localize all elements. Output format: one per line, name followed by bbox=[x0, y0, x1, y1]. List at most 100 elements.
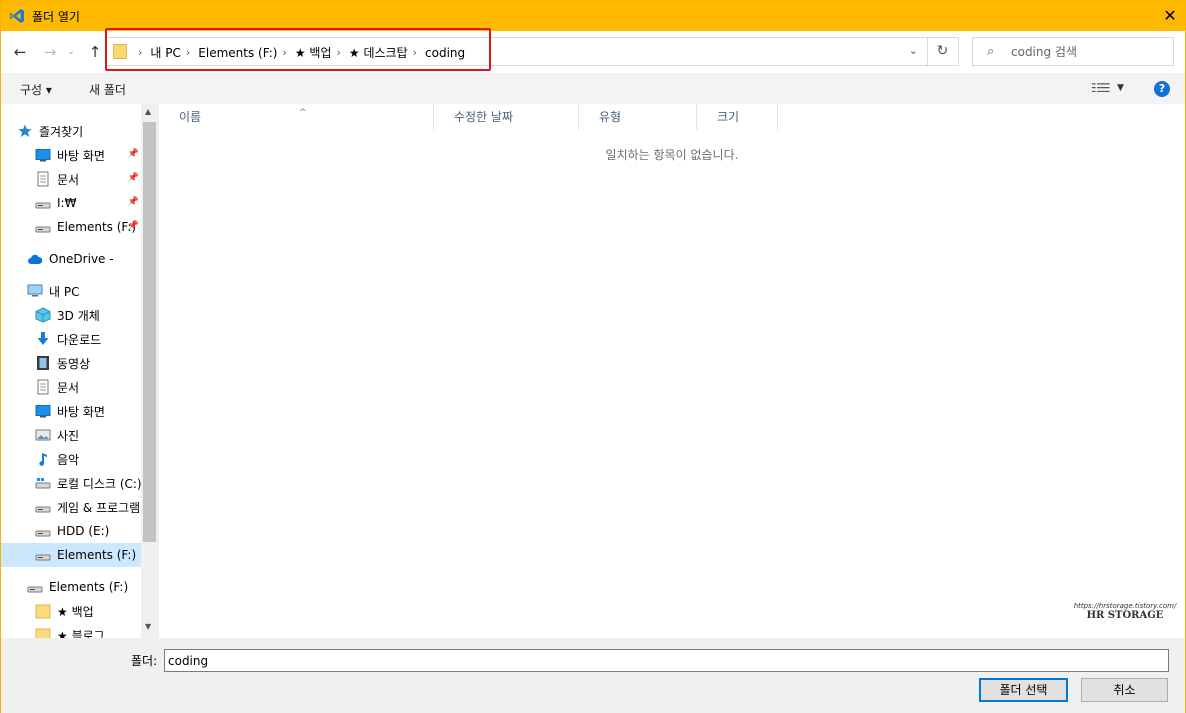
watermark-name: HR STORAGE bbox=[1086, 610, 1164, 621]
sidebar-item-label: 문서 bbox=[57, 380, 80, 395]
address-bar[interactable]: › 내 PC › Elements (F:) › ★ 백업 › ★ 데스크탑 › coding ⌄ bbox=[105, 37, 928, 66]
navigation-scrollbar[interactable]: ▲ ▼ bbox=[141, 104, 159, 638]
sidebar-item-label: 로컬 디스크 (C:) bbox=[57, 476, 142, 491]
empty-message: 일치하는 항목이 없습니다. bbox=[605, 148, 739, 162]
search-input[interactable] bbox=[1011, 42, 1166, 61]
download-icon bbox=[35, 331, 51, 347]
desktop-icon bbox=[35, 147, 51, 163]
cancel-button[interactable]: 취소 bbox=[1081, 678, 1168, 702]
cube-icon bbox=[35, 307, 51, 323]
sidebar-item-label: Elements (F:) bbox=[57, 220, 137, 234]
forward-button[interactable]: → bbox=[41, 41, 59, 63]
sidebar-item[interactable]: 내 PC bbox=[1, 279, 141, 303]
title-bar: 폴더 열기 ✕ bbox=[1, 1, 1185, 31]
sidebar-item-label: 즐겨찾기 bbox=[39, 124, 84, 139]
folder-icon bbox=[113, 44, 127, 59]
sidebar-item[interactable]: Elements (F:) bbox=[1, 575, 141, 599]
scrollbar-thumb[interactable] bbox=[143, 122, 156, 542]
details-view-icon[interactable]: ☷☰ bbox=[1091, 81, 1110, 95]
back-button[interactable]: ← bbox=[11, 41, 29, 63]
breadcrumb: › 내 PC › Elements (F:) › ★ 백업 › ★ 데스크탑 › coding bbox=[133, 44, 465, 61]
sidebar-item-label: 음악 bbox=[57, 452, 80, 467]
sidebar-item-label: 문서 bbox=[57, 172, 80, 187]
computer-icon bbox=[27, 283, 43, 299]
breadcrumb-separator-icon[interactable]: › bbox=[138, 46, 142, 59]
breadcrumb-item[interactable]: Elements (F:) bbox=[198, 46, 277, 60]
cloud-icon bbox=[27, 251, 43, 267]
search-icon: ⌕ bbox=[987, 44, 995, 59]
sidebar-item[interactable]: 동영상 bbox=[1, 351, 141, 375]
column-header-size[interactable]: 크기 bbox=[697, 104, 778, 130]
sidebar-item-label: 동영상 bbox=[57, 356, 91, 371]
sidebar-item-label: 게임 & 프로그램 bbox=[57, 500, 141, 515]
scroll-down-arrow-icon[interactable]: ▼ bbox=[145, 622, 151, 631]
navigation-bar: ← → ⌄ ↑ › 내 PC › Elements (F:) › ★ 백업 › ★ 데스크탑 ›… bbox=[1, 31, 1185, 73]
sidebar-item[interactable]: Elements (F:) 📌 bbox=[1, 215, 141, 239]
pin-icon: 📌 bbox=[127, 173, 139, 183]
up-button[interactable]: ↑ bbox=[86, 41, 104, 63]
star-icon bbox=[17, 123, 33, 139]
drive-icon bbox=[35, 499, 51, 515]
sidebar-item[interactable]: 문서 📌 bbox=[1, 167, 141, 191]
help-button[interactable]: ? bbox=[1154, 81, 1170, 97]
breadcrumb-separator-icon[interactable]: › bbox=[186, 46, 190, 59]
drive-icon bbox=[35, 547, 51, 563]
watermark-url: https://hrstorage.tistory.com/ bbox=[1073, 602, 1177, 610]
folder-icon bbox=[35, 627, 51, 638]
desktop-icon bbox=[35, 403, 51, 419]
sidebar-item[interactable]: 음악 bbox=[1, 447, 141, 471]
sidebar-item[interactable]: ★ 백업 bbox=[1, 599, 141, 623]
breadcrumb-item[interactable]: 내 PC bbox=[150, 44, 180, 61]
sidebar-item[interactable]: 다운로드 bbox=[1, 327, 141, 351]
recent-locations-button[interactable]: ⌄ bbox=[65, 41, 77, 63]
refresh-button[interactable]: ↻ bbox=[927, 37, 959, 66]
sidebar-item[interactable]: 바탕 화면 bbox=[1, 399, 141, 423]
breadcrumb-separator-icon[interactable]: › bbox=[336, 46, 340, 59]
video-icon bbox=[35, 355, 51, 371]
column-header-date-modified[interactable]: 수정한 날짜 bbox=[434, 104, 579, 130]
select-folder-button[interactable]: 폴더 선택 bbox=[979, 678, 1068, 702]
breadcrumb-separator-icon[interactable]: › bbox=[282, 46, 286, 59]
sidebar-item[interactable]: 3D 개체 bbox=[1, 303, 141, 327]
drive-icon bbox=[35, 219, 51, 235]
new-folder-button[interactable]: 새 폴더 bbox=[89, 81, 126, 98]
organize-button[interactable]: 구성 ▾ bbox=[20, 81, 52, 98]
document-icon bbox=[35, 171, 51, 187]
bottom-panel: 폴더: 폴더 선택 취소 bbox=[1, 638, 1185, 713]
pin-icon: 📌 bbox=[127, 149, 139, 159]
folder-icon bbox=[35, 603, 51, 619]
sidebar-item[interactable]: HDD (E:) bbox=[1, 519, 141, 543]
sidebar-item[interactable]: ★ 블로그 bbox=[1, 623, 141, 638]
sidebar-item-label: 내 PC bbox=[49, 284, 80, 299]
search-box[interactable]: ⌕ bbox=[972, 37, 1174, 66]
sidebar-item[interactable]: 게임 & 프로그램 bbox=[1, 495, 141, 519]
column-header-type[interactable]: 유형 bbox=[579, 104, 697, 130]
sidebar-item[interactable]: 로컬 디스크 (C:) bbox=[1, 471, 142, 495]
sidebar-item[interactable]: 바탕 화면 📌 bbox=[1, 143, 141, 167]
drive-icon bbox=[35, 195, 51, 211]
sidebar-item[interactable]: Elements (F:) bbox=[1, 543, 141, 567]
file-list: 이름 ^ 수정한 날짜 유형 크기 일치하는 항목이 없습니다. https:/… bbox=[159, 104, 1185, 638]
document-icon bbox=[35, 379, 51, 395]
sidebar-item[interactable]: OneDrive - bbox=[1, 247, 141, 271]
view-options-dropdown[interactable]: ▼ bbox=[1117, 83, 1124, 93]
close-button[interactable]: ✕ bbox=[1155, 1, 1185, 31]
sidebar-item-label: Elements (F:) bbox=[49, 580, 129, 594]
column-header-name[interactable]: 이름 ^ bbox=[159, 104, 434, 130]
scroll-up-arrow-icon[interactable]: ▲ bbox=[145, 107, 151, 116]
breadcrumb-separator-icon[interactable]: › bbox=[413, 46, 417, 59]
address-dropdown-button[interactable]: ⌄ bbox=[909, 44, 918, 57]
sidebar-item[interactable]: 사진 bbox=[1, 423, 141, 447]
drive-icon bbox=[27, 579, 43, 595]
sidebar-item-label: 다운로드 bbox=[57, 332, 102, 347]
folder-name-input[interactable] bbox=[164, 649, 1169, 672]
breadcrumb-item[interactable]: ★ 백업 bbox=[295, 44, 332, 61]
breadcrumb-item[interactable]: ★ 데스크탑 bbox=[349, 44, 408, 61]
command-bar: 구성 ▾ 새 폴더 ☷☰ ▼ ? bbox=[1, 73, 1185, 104]
watermark: https://hrstorage.tistory.com/ HR STORAG… bbox=[1065, 602, 1185, 621]
sidebar-item-label: 3D 개체 bbox=[57, 308, 100, 323]
sidebar-item[interactable]: 문서 bbox=[1, 375, 141, 399]
sidebar-item[interactable]: I:₩ 📌 bbox=[1, 191, 141, 215]
sidebar-item[interactable]: 즐겨찾기 bbox=[1, 119, 141, 143]
breadcrumb-item[interactable]: coding bbox=[425, 46, 465, 60]
